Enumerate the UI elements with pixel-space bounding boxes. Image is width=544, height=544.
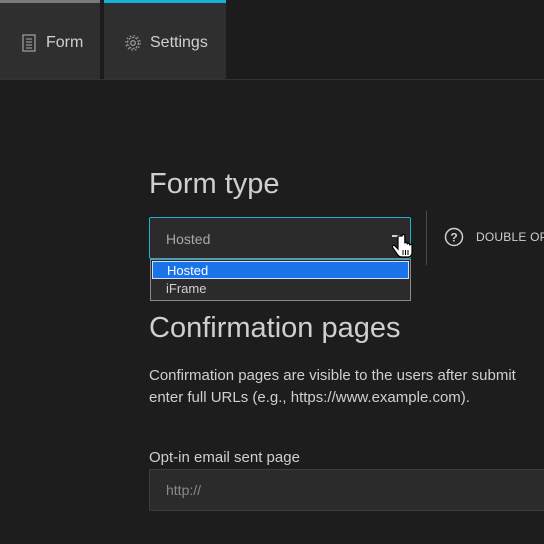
tab-form-label: Form	[46, 34, 84, 51]
form-type-select-value: Hosted	[166, 231, 211, 247]
form-type-heading: Form type	[149, 168, 280, 200]
confirmation-description: Confirmation pages are visible to the us…	[149, 365, 516, 409]
dropdown-option-hosted[interactable]: Hosted	[152, 261, 409, 279]
gear-icon	[125, 35, 141, 51]
help-icon[interactable]: ?	[444, 227, 464, 247]
optin-page-url-input[interactable]	[149, 469, 544, 511]
vertical-divider	[426, 211, 427, 265]
form-type-select[interactable]: Hosted	[149, 217, 411, 259]
tab-bar: Form Settings	[0, 0, 544, 80]
tab-form[interactable]: Form	[0, 0, 100, 79]
svg-text:?: ?	[450, 231, 457, 245]
document-icon	[22, 34, 36, 52]
double-opt-in-label[interactable]: DOUBLE OP	[476, 230, 544, 244]
confirmation-description-line-1: Confirmation pages are visible to the us…	[149, 367, 516, 384]
tab-settings-label: Settings	[150, 34, 208, 51]
confirmation-pages-heading: Confirmation pages	[149, 312, 401, 344]
optin-page-label: Opt-in email sent page	[149, 449, 300, 466]
dropdown-option-iframe[interactable]: iFrame	[152, 280, 409, 298]
tab-settings[interactable]: Settings	[104, 0, 226, 79]
confirmation-description-line-2: enter full URLs (e.g., https://www.examp…	[149, 389, 470, 406]
hand-cursor-icon	[391, 234, 413, 258]
form-type-dropdown-list: Hosted iFrame	[150, 259, 411, 301]
